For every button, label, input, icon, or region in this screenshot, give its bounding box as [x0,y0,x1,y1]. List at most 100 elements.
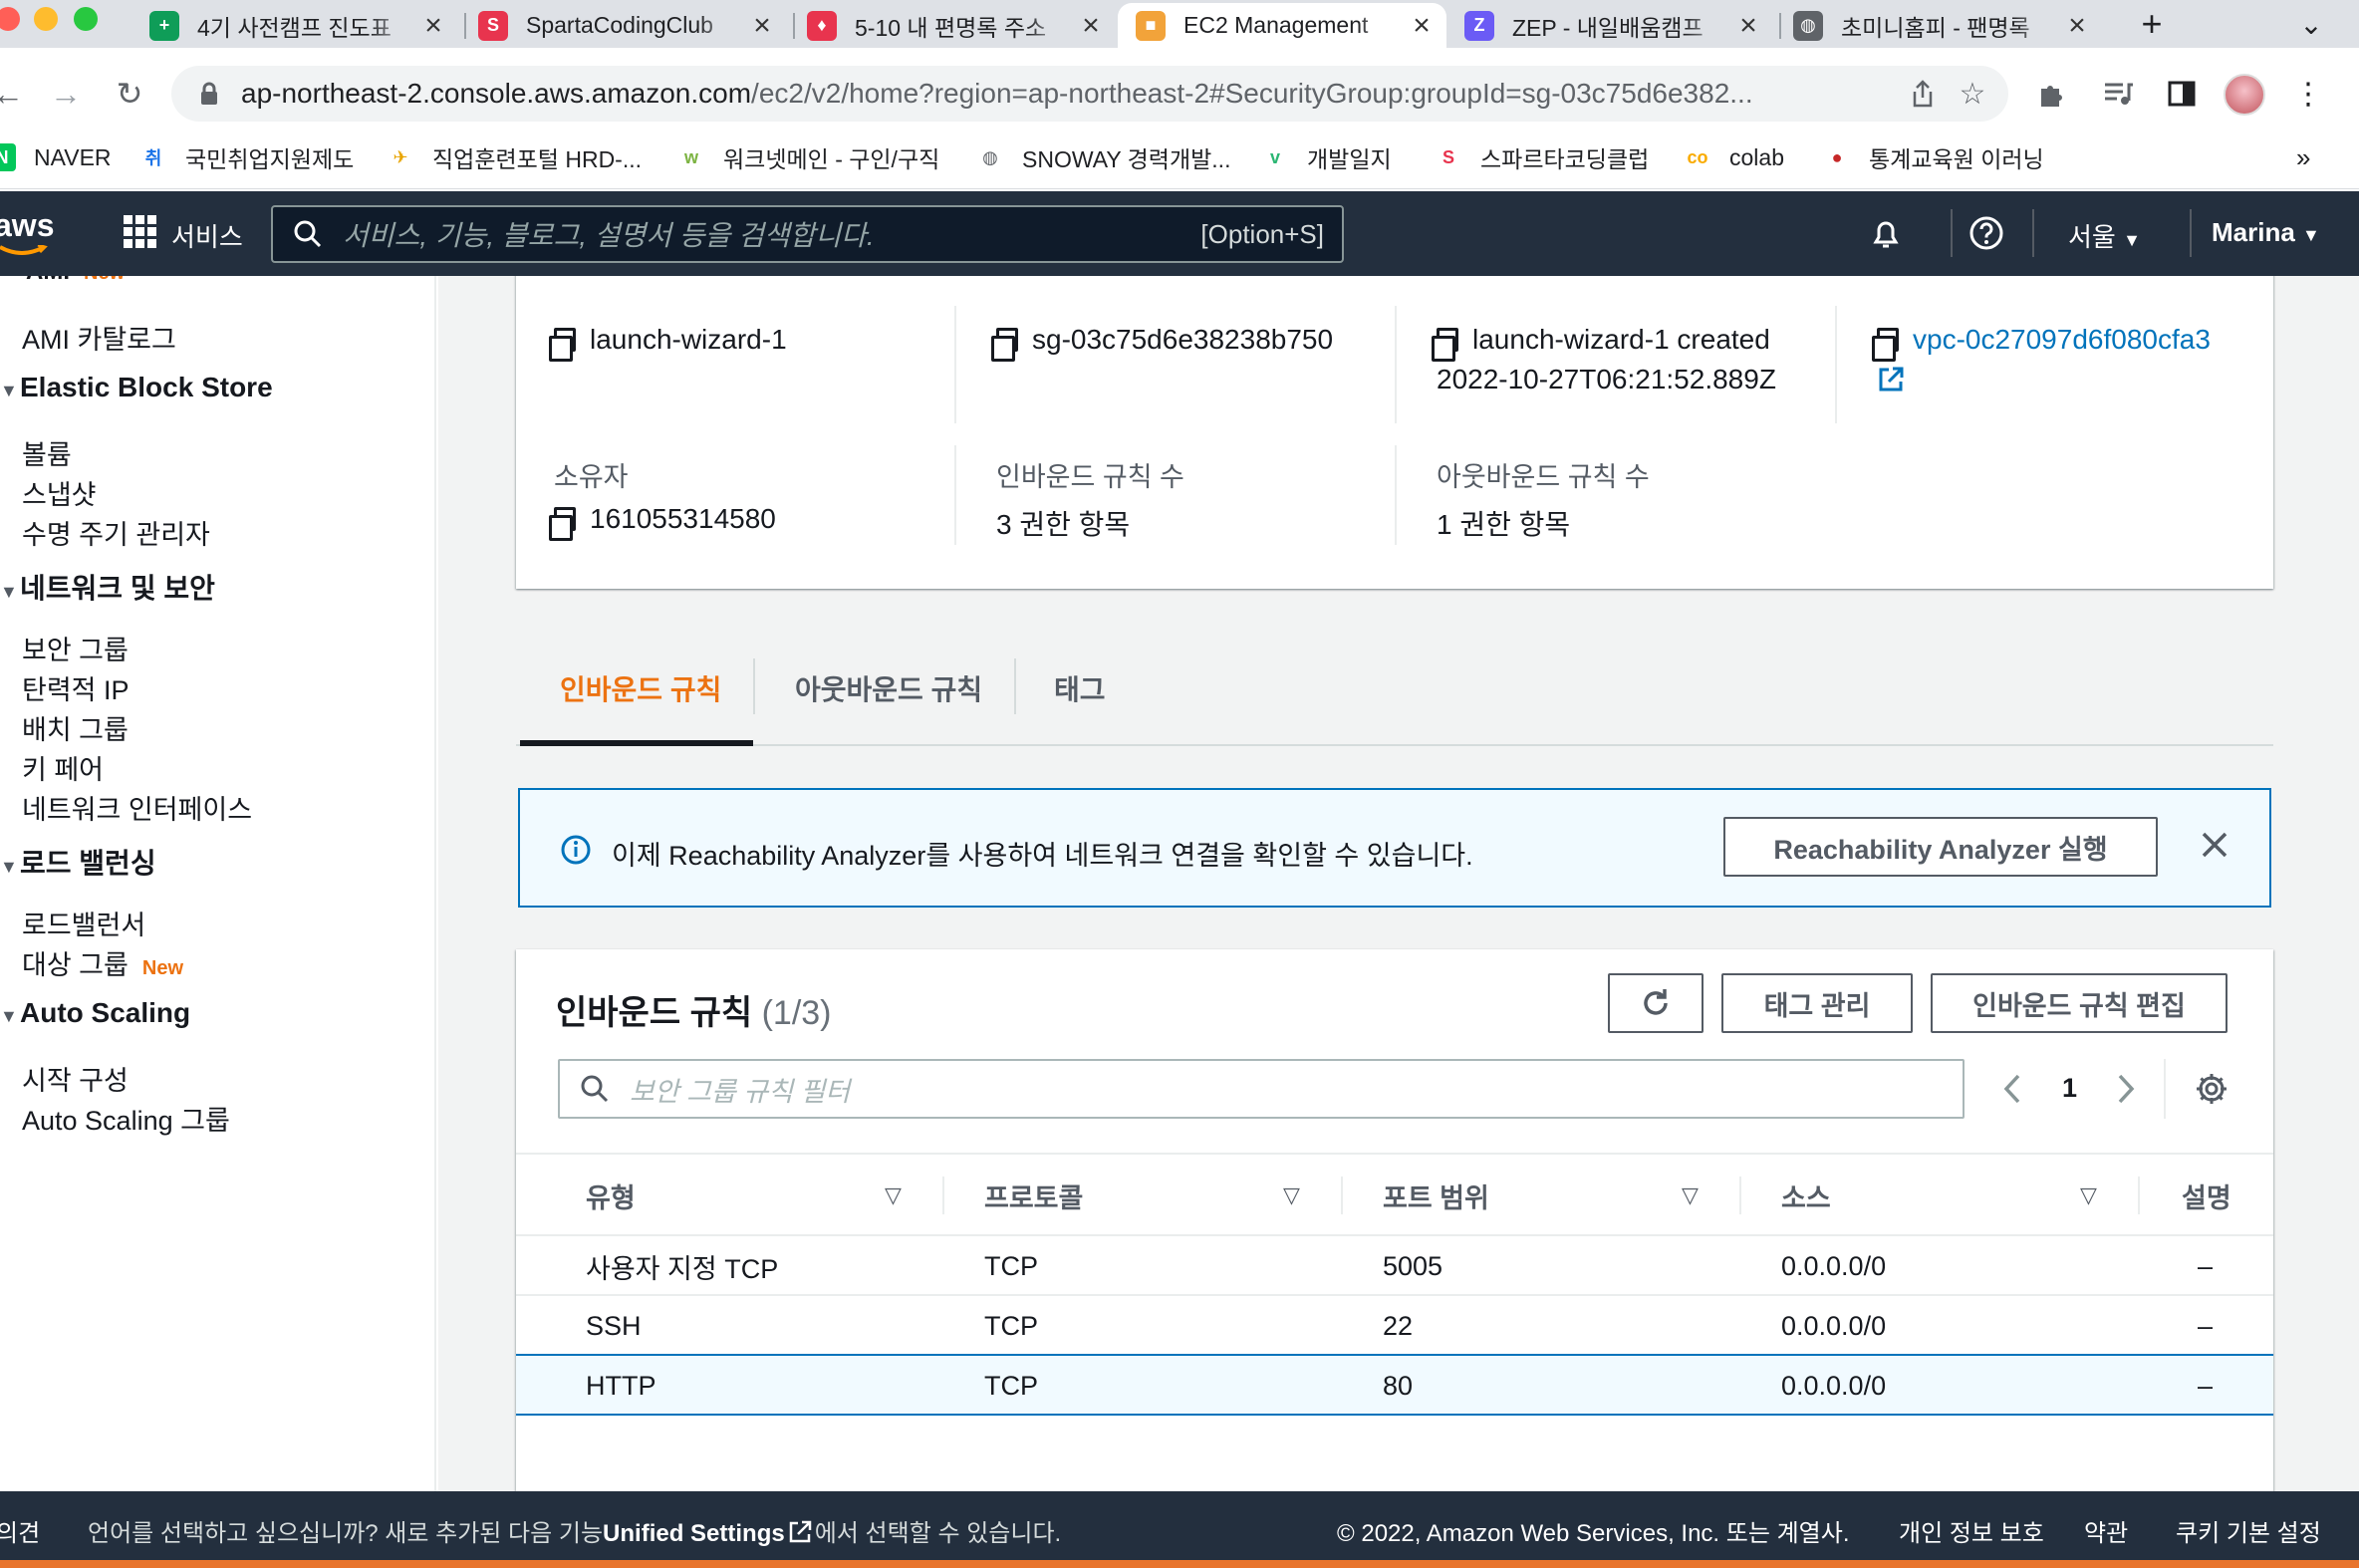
sidebar-item[interactable]: 수명 주기 관리자 [22,513,210,552]
aws-search-input[interactable]: 서비스, 기능, 블로그, 설명서 등을 검색합니다. [Option+S] [271,205,1344,263]
tab-inbound-rules[interactable]: 인바운드 규칙 [560,668,721,708]
services-grid-icon[interactable] [124,215,159,251]
new-tab-button[interactable]: + [2132,3,2172,44]
sort-caret-icon[interactable]: ▽ [885,1182,902,1208]
account-menu[interactable]: Marina ▼ [2212,217,2320,248]
address-bar[interactable]: ap-northeast-2.console.aws.amazon.com/ec… [171,66,2008,122]
copy-icon[interactable] [1872,328,1899,362]
sidebar-item[interactable]: 시작 구성 [22,1059,129,1098]
bookmark-item[interactable]: N NAVER [0,139,112,175]
reload-icon[interactable]: ↻ [110,72,149,116]
close-tab-icon[interactable]: × [1076,9,1106,43]
bookmark-star-icon[interactable]: ☆ [1955,76,1990,112]
external-link-icon[interactable] [1877,366,1905,393]
table-row[interactable]: SSH TCP 22 0.0.0.0/0 – [516,1294,2273,1354]
extensions-icon[interactable] [2032,74,2072,114]
copy-icon[interactable] [549,328,576,362]
sidebar-item[interactable]: AMI 카탈로그 [22,318,176,357]
prev-page-icon[interactable] [2000,1073,2030,1105]
column-header-type[interactable]: 유형 [586,1155,636,1236]
browser-tab[interactable]: ♦ 5-10 내 편명록 주소 × [807,3,1106,48]
sidebar-item[interactable]: 대상 그룹 New [22,943,183,982]
bookmark-item[interactable]: ● 통계교육원 이러닝 [1823,139,2044,175]
sidebar-section-header[interactable]: ▼네트워크 및 보안 [0,567,215,607]
browser-tab[interactable]: S SpartaCodingClub × [478,3,777,48]
minimize-window-dot[interactable] [34,7,58,31]
bookmark-item[interactable]: w 워크넷메인 - 구인/구직 [677,139,939,175]
services-menu[interactable]: 서비스 [171,217,243,254]
bookmark-item[interactable]: ✈ 직업훈련포털 HRD-... [387,139,642,175]
notifications-bell-icon[interactable] [1869,217,1905,253]
tab-outbound-rules[interactable]: 아웃바운드 규칙 [795,668,982,708]
privacy-link[interactable]: 개인 정보 보호 [1899,1513,2044,1548]
current-page[interactable]: 1 [2062,1073,2077,1104]
browser-tab[interactable]: +4기 사전캠프 진도표 × [149,3,448,48]
vpc-id-link[interactable]: vpc-0c27097d6f080cfa3 [1872,324,2211,362]
feedback-link[interactable]: 의견 [0,1513,40,1548]
sidebar-section-header[interactable]: ▼Elastic Block Store [0,372,273,403]
copy-icon[interactable] [549,507,576,541]
manage-tags-button[interactable]: 태그 관리 [1721,973,1913,1033]
close-tab-icon[interactable]: × [1733,9,1763,43]
region-selector[interactable]: 서울 ▼ [2068,217,2141,254]
edit-inbound-rules-button[interactable]: 인바운드 규칙 편집 [1931,973,2228,1033]
bookmark-item[interactable]: 취 국민취업지원제도 [139,139,355,175]
sidebar-item[interactable]: 스냅샷 [22,473,97,512]
share-icon[interactable] [1905,76,1941,112]
sidebar-item[interactable]: 네트워크 인터페이스 [22,788,252,827]
column-header-protocol[interactable]: 프로토콜 [984,1155,1083,1236]
sidebar-item[interactable]: 볼륨 [22,433,72,472]
sidebar-item[interactable]: 배치 그룹 [22,708,129,747]
back-icon[interactable]: ← [0,72,26,116]
column-header-source[interactable]: 소스 [1781,1155,1831,1236]
bookmark-item[interactable]: co colab [1684,139,1784,175]
next-page-icon[interactable] [2114,1073,2144,1105]
column-header-port-range[interactable]: 포트 범위 [1383,1155,1489,1236]
run-reachability-analyzer-button[interactable]: Reachability Analyzer 실행 [1723,817,2158,877]
close-window-dot[interactable] [0,7,20,31]
browser-tab[interactable]: ◍ 초미니홈피 - 팬명록 × [1793,3,2092,48]
close-tab-icon[interactable]: × [2062,9,2092,43]
column-header-description[interactable]: 설명 [2182,1155,2231,1236]
rules-filter-input[interactable]: 보안 그룹 규칙 필터 [558,1059,1965,1119]
tab-search-button[interactable]: ⌄ [2291,4,2331,44]
sort-caret-icon[interactable]: ▽ [2080,1182,2097,1208]
sidebar-section-header[interactable]: ▼로드 밸런싱 [0,842,156,882]
side-panel-icon[interactable] [2162,74,2202,114]
sidebar-item[interactable]: Auto Scaling 그룹 [22,1099,230,1138]
close-icon[interactable] [2200,830,2231,862]
help-icon[interactable] [1968,215,2004,251]
sidebar-section-header[interactable]: ▼Auto Scaling [0,997,190,1029]
sort-caret-icon[interactable]: ▽ [1682,1182,1699,1208]
bookmark-item[interactable]: S 스파르타코딩클럽 [1435,139,1649,175]
unified-settings-link[interactable]: Unified Settings [603,1520,785,1547]
close-tab-icon[interactable]: × [747,9,777,43]
sidebar-item[interactable]: 탄력적 IP [22,668,130,707]
maximize-window-dot[interactable] [74,7,98,31]
cookie-preferences-link[interactable]: 쿠키 기본 설정 [2176,1513,2321,1548]
bookmark-item[interactable]: ◍ SNOWAY 경력개발... [976,139,1230,175]
table-row[interactable]: HTTP TCP 80 0.0.0.0/0 – [516,1354,2273,1416]
browser-tab[interactable]: ■ EC2 Management × [1118,3,1446,48]
refresh-button[interactable] [1608,973,1704,1033]
sort-caret-icon[interactable]: ▽ [1283,1182,1300,1208]
aws-logo[interactable]: aws [0,207,54,255]
close-tab-icon[interactable]: × [418,9,448,43]
browser-tab[interactable]: Z ZEP - 내일배움캠프 × [1464,3,1763,48]
lock-icon[interactable] [193,78,225,110]
sidebar-item-ami[interactable]: AMINew [26,276,125,286]
bookmarks-overflow-button[interactable]: » [2296,139,2310,175]
browser-menu-icon[interactable]: ⋮ [2293,74,2323,114]
copy-icon[interactable] [1432,328,1458,362]
terms-link[interactable]: 약관 [2084,1513,2128,1548]
bookmark-item[interactable]: v 개발일지 [1261,139,1392,175]
copy-icon[interactable] [991,328,1018,362]
tab-tags[interactable]: 태그 [1054,668,1106,708]
profile-avatar[interactable] [2224,74,2265,116]
media-control-icon[interactable] [2098,74,2138,114]
forward-icon[interactable]: → [46,72,86,116]
settings-gear-icon[interactable] [2194,1071,2229,1107]
table-row[interactable]: 사용자 지정 TCP TCP 5005 0.0.0.0/0 – [516,1234,2273,1294]
sidebar-item[interactable]: 로드밸런서 [22,904,145,942]
sidebar-item[interactable]: 보안 그룹 [22,629,129,667]
